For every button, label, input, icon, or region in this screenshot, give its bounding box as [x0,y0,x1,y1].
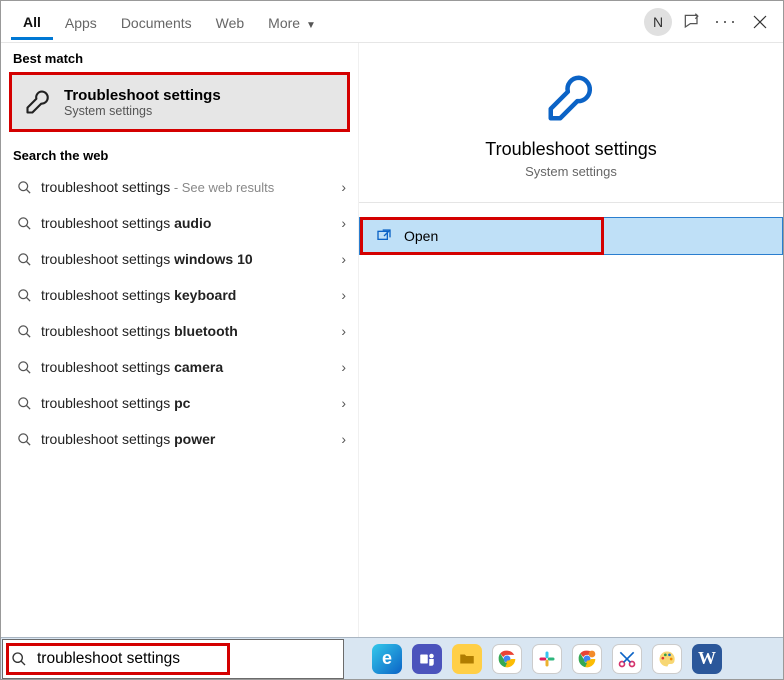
chevron-right-icon: › [341,251,346,267]
slack-icon[interactable] [532,644,562,674]
open-action[interactable]: Open [360,218,782,254]
paint-icon[interactable] [652,644,682,674]
preview-subtitle: System settings [525,164,617,179]
web-result[interactable]: troubleshoot settings windows 10› [1,241,358,277]
web-result[interactable]: troubleshoot settings pc› [1,385,358,421]
feedback-icon[interactable] [675,5,709,39]
preview-pane: Troubleshoot settings System settings Op… [359,43,783,637]
search-icon [13,252,35,267]
preview-title: Troubleshoot settings [485,139,656,160]
avatar-letter: N [644,8,672,36]
chevron-right-icon: › [341,215,346,231]
search-icon [13,432,35,447]
best-match-result[interactable]: Troubleshoot settings System settings [9,72,350,132]
chevron-right-icon: › [341,395,346,411]
search-box[interactable] [2,639,344,679]
chevron-right-icon: › [341,431,346,447]
chevron-right-icon: › [341,287,346,303]
tab-web[interactable]: Web [204,5,257,39]
web-result-label: troubleshoot settings - See web results [35,179,341,195]
results-pane: Best match Troubleshoot settings System … [1,43,359,637]
best-match-title: Troubleshoot settings [64,87,221,104]
word-icon[interactable]: W [692,644,722,674]
search-icon [13,360,35,375]
web-result[interactable]: troubleshoot settings camera› [1,349,358,385]
tab-more[interactable]: More ▼ [256,5,328,39]
search-input[interactable] [35,649,343,669]
tab-documents[interactable]: Documents [109,5,204,39]
tab-all[interactable]: All [11,4,53,40]
web-result[interactable]: troubleshoot settings power› [1,421,358,457]
user-avatar[interactable]: N [641,5,675,39]
preview-actions: Open [359,217,783,255]
web-result[interactable]: troubleshoot settings keyboard› [1,277,358,313]
search-web-header: Search the web [1,140,358,169]
teams-icon[interactable] [412,644,442,674]
best-match-subtitle: System settings [64,104,221,118]
web-result[interactable]: troubleshoot settings bluetooth› [1,313,358,349]
search-icon [13,324,35,339]
chevron-right-icon: › [341,359,346,375]
best-match-header: Best match [1,43,358,72]
search-icon [13,288,35,303]
search-tabs: All Apps Documents Web More ▼ N ··· [1,1,783,43]
open-label: Open [404,228,438,244]
web-result-label: troubleshoot settings pc [35,395,341,411]
web-result[interactable]: troubleshoot settings - See web results› [1,169,358,205]
web-result-label: troubleshoot settings windows 10 [35,251,341,267]
more-options-icon[interactable]: ··· [709,5,743,39]
tab-more-label: More [268,15,300,31]
web-result-label: troubleshoot settings audio [35,215,341,231]
web-result-label: troubleshoot settings camera [35,359,341,375]
taskbar-icons: e W [344,644,722,674]
open-icon [376,228,392,244]
search-icon [13,396,35,411]
web-result[interactable]: troubleshoot settings audio› [1,205,358,241]
troubleshoot-icon [544,71,598,125]
edge-icon[interactable]: e [372,644,402,674]
wrench-icon [24,88,52,116]
chevron-right-icon: › [341,179,346,195]
chevron-right-icon: › [341,323,346,339]
taskbar: e W [1,637,783,679]
tab-apps[interactable]: Apps [53,5,109,39]
chrome-profile-icon[interactable] [572,644,602,674]
close-icon[interactable] [743,5,777,39]
web-result-label: troubleshoot settings power [35,431,341,447]
web-result-label: troubleshoot settings keyboard [35,287,341,303]
search-icon [13,216,35,231]
chrome-icon[interactable] [492,644,522,674]
search-icon [13,180,35,195]
chevron-down-icon: ▼ [306,20,316,31]
file-explorer-icon[interactable] [452,644,482,674]
search-icon [3,651,35,667]
snip-icon[interactable] [612,644,642,674]
web-result-label: troubleshoot settings bluetooth [35,323,341,339]
